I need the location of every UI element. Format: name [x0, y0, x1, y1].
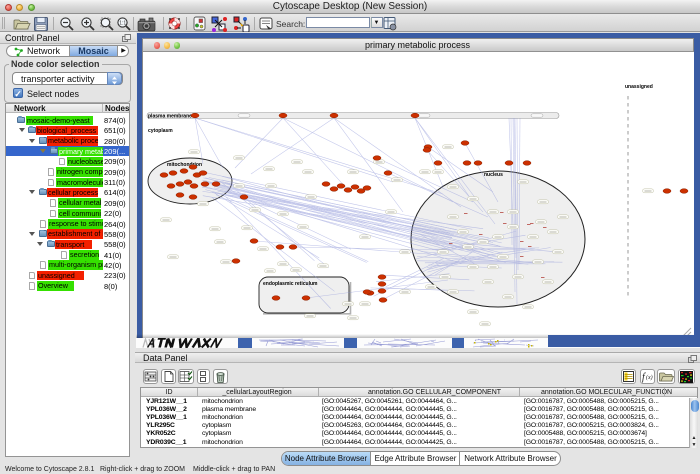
svg-text:nucleus: nucleus — [484, 172, 503, 178]
svg-text:unassigned: unassigned — [625, 84, 653, 90]
svg-text:1:1: 1:1 — [119, 20, 126, 26]
svg-text:(x): (x) — [646, 374, 653, 381]
svg-text:endoplasmic reticulum: endoplasmic reticulum — [263, 281, 318, 287]
svg-text:plasma membrane: plasma membrane — [148, 113, 192, 119]
svg-text:cytoplasm: cytoplasm — [148, 128, 173, 134]
